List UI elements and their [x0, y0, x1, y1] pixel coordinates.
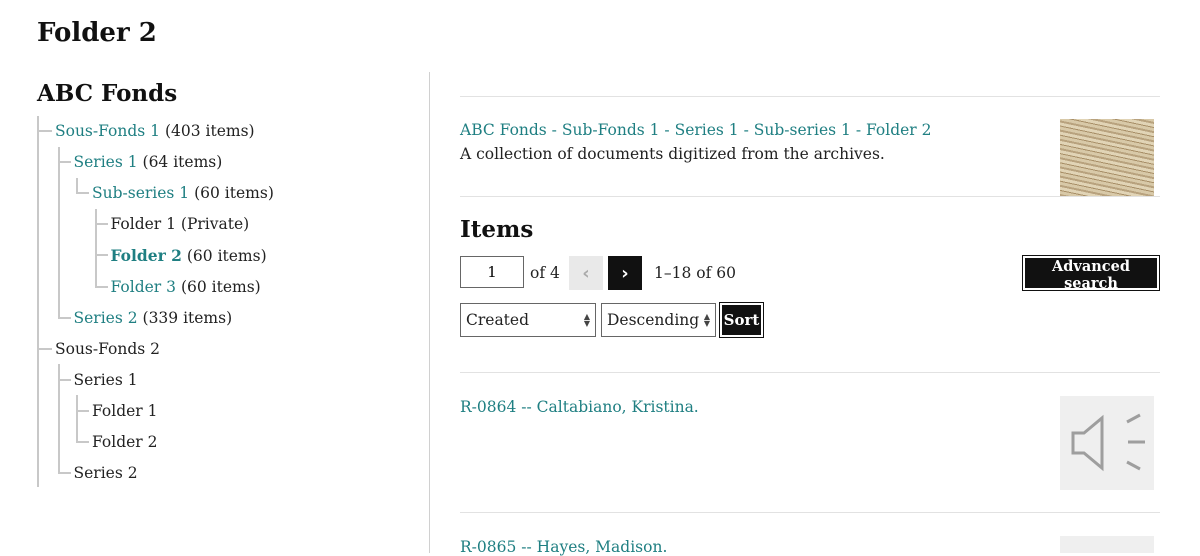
result-title-link[interactable]: R-0864 -- Caltabiano, Kristina.	[460, 398, 699, 416]
divider	[460, 96, 1160, 97]
tree-connector	[57, 317, 71, 319]
result-range: 1–18 of 60	[654, 264, 736, 282]
tree-title: ABC Fonds	[37, 80, 178, 107]
tree-guide-line	[76, 395, 78, 441]
sort-button[interactable]: Sort	[719, 302, 764, 338]
items-heading: Items	[460, 216, 534, 243]
tree-node[interactable]: Sous-Fonds 1 (403 items)	[37, 116, 274, 147]
speaker-icon[interactable]	[1060, 536, 1154, 553]
chevron-left-icon: ‹	[582, 262, 590, 284]
manuscript-thumbnail[interactable]	[1060, 119, 1154, 196]
tree-connector	[76, 441, 89, 443]
select-arrows-icon: ▲ ▼	[583, 312, 590, 328]
tree-node-label[interactable]: Series 1	[74, 153, 138, 171]
tree-node-count: (60 items)	[186, 247, 267, 265]
tree-node: Folder 2	[37, 427, 274, 458]
sort-order-value: Descending	[607, 311, 700, 329]
tree-connector	[57, 472, 71, 474]
tree-connector	[94, 286, 108, 288]
tree-node-label[interactable]: Sub-series 1	[92, 184, 189, 202]
tree-connector	[39, 130, 52, 132]
divider	[460, 196, 1160, 197]
tree-node-count: (339 items)	[142, 309, 233, 327]
tree-node-label[interactable]: Series 2	[74, 309, 138, 327]
tree-guide-line	[57, 364, 60, 472]
tree-guide-line	[76, 178, 78, 193]
advanced-search-button[interactable]: Advanced search	[1022, 255, 1160, 292]
sort-order-select[interactable]: Descending ▲ ▼	[601, 303, 716, 337]
tree-node-label: Folder 2	[92, 433, 158, 451]
tree-guide-line	[57, 147, 60, 317]
chevron-right-icon: ›	[621, 262, 629, 284]
tree-node[interactable]: Series 1 (64 items)	[37, 147, 274, 178]
tree-node-count: (60 items)	[180, 278, 261, 296]
tree-node[interactable]: Folder 3 (60 items)	[37, 272, 274, 303]
collection-description: A collection of documents digitized from…	[460, 145, 885, 163]
tree-node[interactable]: Sub-series 1 (60 items)	[37, 178, 274, 209]
tree-node-label: Folder 1	[92, 402, 158, 420]
tree-node-count: (403 items)	[164, 122, 255, 140]
result-title-link[interactable]: R-0865 -- Hayes, Madison.	[460, 538, 667, 556]
tree-node-label[interactable]: Folder 2	[111, 246, 182, 265]
next-page-button[interactable]: ›	[608, 256, 642, 290]
tree-node: Series 2	[37, 458, 274, 489]
tree-node-count: (60 items)	[194, 184, 274, 202]
tree-node: Folder 1 (Private)	[37, 209, 274, 240]
hierarchy-tree: Sous-Fonds 1 (403 items) Series 1 (64 ite…	[37, 116, 274, 489]
tree-node[interactable]: Folder 2 (60 items)	[37, 240, 274, 272]
collection-breadcrumb-link[interactable]: ABC Fonds - Sub-Fonds 1 - Series 1 - Sub…	[460, 121, 932, 139]
tree-guide-line	[94, 209, 97, 286]
column-divider	[429, 72, 430, 553]
tree-node-label[interactable]: Sous-Fonds 1	[55, 122, 160, 140]
page-title: Folder 2	[37, 18, 157, 48]
page-number-input[interactable]	[460, 256, 524, 288]
divider	[460, 512, 1160, 513]
select-arrows-icon: ▲ ▼	[703, 312, 710, 328]
tree-guide-line	[37, 116, 39, 487]
tree-node-label: Folder 1 (Private)	[110, 215, 250, 233]
tree-node: Folder 1	[37, 396, 274, 427]
sort-field-select[interactable]: Created ▲ ▼	[460, 303, 596, 337]
speaker-icon[interactable]	[1060, 396, 1154, 490]
tree-node: Series 1	[37, 365, 274, 396]
tree-node-label[interactable]: Folder 3	[111, 278, 177, 296]
tree-node-label: Sous-Fonds 2	[55, 340, 161, 358]
tree-node: Sous-Fonds 2	[37, 334, 274, 365]
previous-page-button[interactable]: ‹	[569, 256, 603, 290]
divider	[460, 372, 1160, 373]
tree-node-label: Series 1	[73, 371, 138, 389]
tree-connector	[39, 348, 52, 350]
page-count: of 4	[530, 264, 560, 282]
tree-node-count: (64 items)	[142, 153, 223, 171]
sort-field-value: Created	[466, 311, 530, 329]
tree-node[interactable]: Series 2 (339 items)	[37, 303, 274, 334]
tree-node-label: Series 2	[73, 464, 138, 482]
